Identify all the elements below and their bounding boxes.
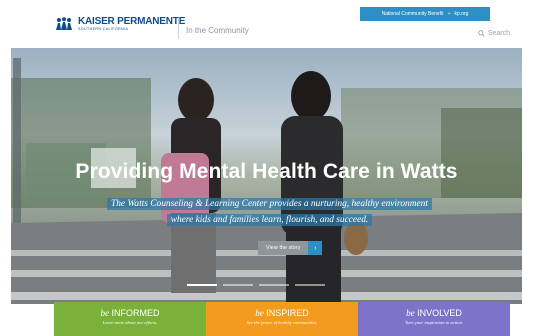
slide-indicators bbox=[187, 284, 325, 286]
tile-word: INSPIRED bbox=[266, 308, 309, 318]
tile-be-informed[interactable]: be INFORMED Learn more about our efforts… bbox=[54, 302, 206, 336]
brand-region: SOUTHERN CALIFORNIA bbox=[78, 27, 129, 31]
site-header: National Community Benefit + kp.org KAIS… bbox=[0, 0, 533, 48]
tile-word: INFORMED bbox=[111, 308, 160, 318]
slide-indicator[interactable] bbox=[259, 284, 289, 286]
tile-tagline: See the power of healthy communities. bbox=[246, 320, 318, 325]
link-national-community-benefit[interactable]: National Community Benefit bbox=[382, 11, 444, 17]
kaiser-logo[interactable]: KAISER PERMANENTE SOUTHERN CALIFORNIA bbox=[55, 17, 185, 32]
search-button[interactable]: Search bbox=[478, 30, 510, 37]
view-story-button[interactable]: View the story › bbox=[258, 241, 323, 255]
search-label: Search bbox=[487, 30, 510, 37]
hero-subtitle-text: The Watts Counseling & Learning Center p… bbox=[107, 198, 432, 226]
search-icon bbox=[478, 30, 485, 37]
chevron-right-icon: › bbox=[308, 241, 323, 255]
section-title: In the Community bbox=[186, 26, 249, 35]
tile-tagline: Turn your inspiration to action. bbox=[404, 320, 464, 325]
slide-indicator[interactable] bbox=[223, 284, 253, 286]
top-links-bar: National Community Benefit + kp.org bbox=[360, 7, 490, 21]
tile-prefix: be bbox=[255, 308, 264, 318]
tile-be-involved[interactable]: be INVOLVED Turn your inspiration to act… bbox=[358, 302, 510, 336]
view-story-label: View the story bbox=[258, 241, 309, 255]
tile-prefix: be bbox=[406, 308, 415, 318]
tile-word: INVOLVED bbox=[417, 308, 462, 318]
page: National Community Benefit + kp.org KAIS… bbox=[0, 0, 533, 336]
tile-prefix: be bbox=[100, 308, 109, 318]
brand-name: KAISER PERMANENTE bbox=[78, 16, 186, 27]
tile-be-inspired[interactable]: be INSPIRED See the power of healthy com… bbox=[206, 302, 358, 336]
hero-subtitle: The Watts Counseling & Learning Center p… bbox=[97, 196, 442, 228]
kp-people-icon bbox=[56, 17, 72, 31]
tile-tagline: Learn more about our efforts. bbox=[102, 320, 158, 325]
hero-slideshow: Providing Mental Health Care in Watts Th… bbox=[11, 48, 522, 304]
top-links-separator: + bbox=[447, 11, 451, 17]
slide-indicator[interactable] bbox=[295, 284, 325, 286]
slide-indicator[interactable] bbox=[187, 284, 217, 286]
hero-title: Providing Mental Health Care in Watts bbox=[75, 160, 458, 183]
link-kp-org[interactable]: kp.org bbox=[455, 11, 469, 17]
header-divider bbox=[178, 19, 179, 39]
engagement-tiles: be INFORMED Learn more about our efforts… bbox=[54, 302, 510, 336]
